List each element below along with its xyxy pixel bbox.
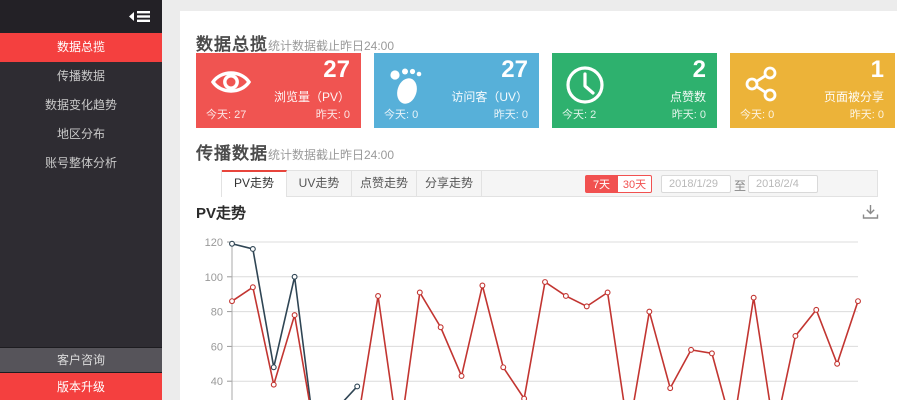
likes-label: 点赞数 [670, 88, 706, 105]
stat-card-likes: 2 点赞数 今天: 2 昨天: 0 [552, 53, 717, 128]
shares-today: 今天: 0 [740, 106, 774, 122]
date-to-input[interactable] [748, 175, 818, 193]
spread-section-title: 传播数据 统计数据截止昨日24:00 [196, 139, 394, 164]
sidebar-item-spread-data[interactable]: 传播数据 [0, 62, 162, 91]
range-button-group: 7天 30天 [585, 175, 652, 193]
collapse-sidebar-icon[interactable] [129, 8, 151, 25]
tab-share-trend[interactable]: 分享走势 [417, 171, 482, 196]
sidebar-item-account-analysis[interactable]: 账号整体分析 [0, 149, 162, 178]
app-window: 数据总揽 传播数据 数据变化趋势 地区分布 账号整体分析 客户咨询 版本升级 数… [0, 0, 897, 400]
range-7d-button[interactable]: 7天 [585, 175, 618, 193]
overview-title: 数据总揽 [196, 30, 268, 55]
download-icon[interactable] [862, 204, 879, 220]
uv-yesterday: 昨天: 0 [494, 106, 528, 122]
share-icon [742, 64, 782, 109]
sidebar-item-data-trend[interactable]: 数据变化趋势 [0, 91, 162, 120]
chart-title: PV走势 [196, 202, 246, 223]
shares-yesterday: 昨天: 0 [850, 106, 884, 122]
uv-today: 今天: 0 [384, 106, 418, 122]
chart-toolbar: PV走势 UV走势 点赞走势 分享走势 7天 30天 至 [221, 170, 878, 197]
svg-text:80: 80 [211, 307, 223, 319]
tab-uv-trend[interactable]: UV走势 [287, 171, 352, 196]
overview-subtitle: 统计数据截止昨日24:00 [268, 37, 394, 54]
sidebar-item-data-overview[interactable]: 数据总揽 [0, 33, 162, 62]
stat-card-uv: 27 访问客（UV） 今天: 0 昨天: 0 [374, 53, 539, 128]
overview-section-title: 数据总揽 统计数据截止昨日24:00 [196, 30, 394, 55]
uv-label: 访问客（UV） [451, 88, 528, 105]
uv-value: 27 [501, 56, 528, 84]
svg-text:60: 60 [211, 341, 223, 353]
spread-title: 传播数据 [196, 139, 268, 164]
likes-value: 2 [693, 56, 706, 84]
pv-label: 浏览量（PV） [274, 88, 350, 105]
stat-card-pv: 27 浏览量（PV） 今天: 27 昨天: 0 [196, 53, 361, 128]
stat-cards: 27 浏览量（PV） 今天: 27 昨天: 0 27 访问客（UV） [196, 53, 895, 128]
pv-yesterday: 昨天: 0 [316, 106, 350, 122]
pv-value: 27 [323, 56, 350, 84]
range-30d-button[interactable]: 30天 [618, 175, 652, 193]
svg-text:120: 120 [205, 237, 223, 249]
stat-card-shares: 1 页面被分享 今天: 0 昨天: 0 [730, 53, 895, 128]
sidebar-menu: 数据总揽 传播数据 数据变化趋势 地区分布 账号整体分析 [0, 33, 162, 178]
shares-label: 页面被分享 [824, 88, 884, 105]
tab-pv-trend[interactable]: PV走势 [222, 170, 287, 197]
pv-today: 今天: 27 [206, 106, 246, 122]
clock-icon [564, 64, 606, 111]
spread-subtitle: 统计数据截止昨日24:00 [268, 146, 394, 163]
eye-icon [208, 64, 254, 105]
sidebar-header [0, 0, 162, 33]
date-range-separator: 至 [734, 177, 746, 194]
likes-today: 今天: 2 [562, 106, 596, 122]
pv-trend-line-chart[interactable]: 40 60 80 100 120 [0, 228, 897, 400]
shares-value: 1 [871, 56, 884, 84]
sidebar-item-region-distribution[interactable]: 地区分布 [0, 120, 162, 149]
svg-text:40: 40 [211, 376, 223, 388]
likes-yesterday: 昨天: 0 [672, 106, 706, 122]
tab-likes-trend[interactable]: 点赞走势 [352, 171, 417, 196]
svg-text:100: 100 [205, 272, 223, 284]
date-from-input[interactable] [661, 175, 731, 193]
